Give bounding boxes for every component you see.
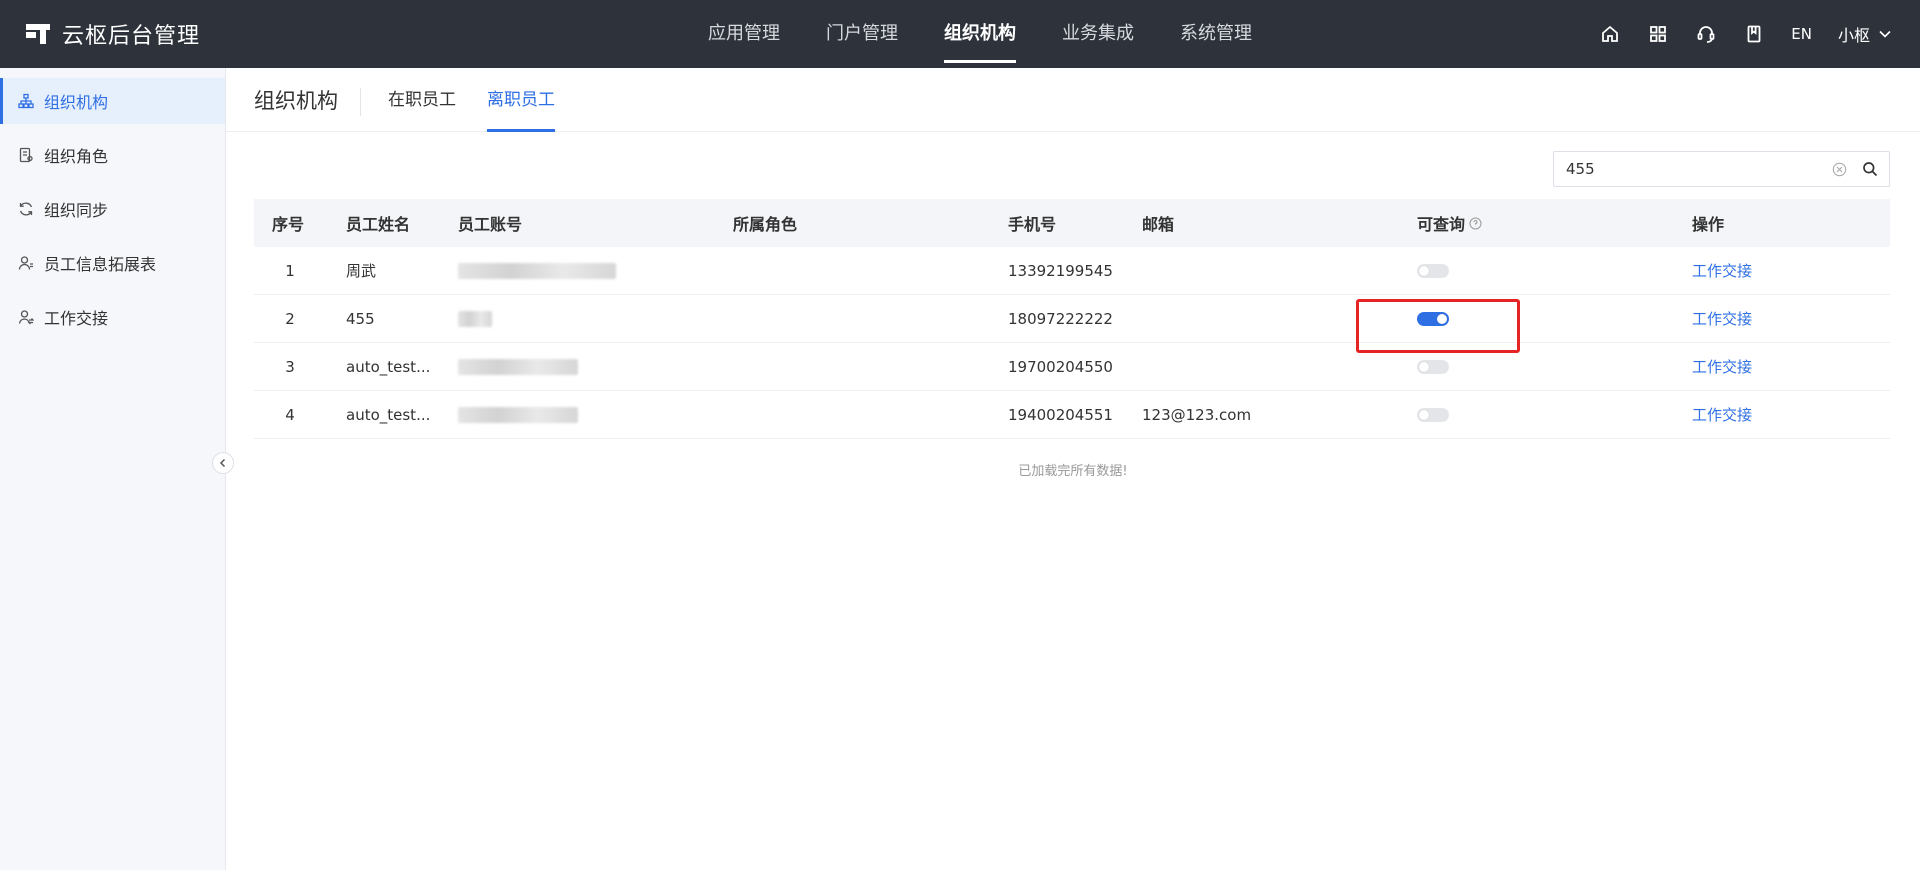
table-row: 1 周武 13392199545 工作交接 (254, 247, 1890, 295)
header-role: 所属角色 (733, 215, 798, 234)
chevron-down-icon (1879, 30, 1891, 38)
queryable-toggle[interactable] (1417, 263, 1449, 278)
cell-phone: 19400204551 (1008, 405, 1113, 424)
queryable-toggle[interactable] (1417, 407, 1449, 422)
sidebar-item-label: 组织机构 (44, 93, 109, 112)
sync-icon (19, 202, 33, 216)
topnav-portal-management[interactable]: 门户管理 (826, 0, 898, 68)
sidebar-item-label: 工作交接 (44, 309, 109, 328)
header-operation: 操作 (1692, 215, 1725, 234)
sidebar-item-label: 组织角色 (44, 147, 109, 166)
cell-index: 1 (285, 261, 295, 280)
header-account: 员工账号 (458, 215, 523, 234)
sidebar: 组织机构 组织角色 组织同步 员工信息拓展表 工作交接 (0, 68, 226, 870)
header-phone: 手机号 (1008, 215, 1057, 234)
topnav-organization[interactable]: 组织机构 (944, 0, 1016, 68)
table-row: 4 auto_test... 19400204551 123@123.com 工… (254, 391, 1890, 439)
work-handover-link[interactable]: 工作交接 (1692, 356, 1890, 377)
blurred-account (458, 311, 492, 327)
sidebar-item-org-sync[interactable]: 组织同步 (0, 186, 225, 232)
headset-support-icon[interactable] (1695, 23, 1717, 45)
table-header: 序号 员工姓名 员工账号 所属角色 手机号 邮箱 可查询 操作 (254, 199, 1890, 247)
cell-name: auto_test... (346, 357, 431, 376)
page-title: 组织机构 (254, 89, 338, 113)
cell-account (458, 406, 733, 424)
top-header: 云枢后台管理 应用管理 门户管理 组织机构 业务集成 系统管理 EN 小枢 (0, 0, 1920, 68)
header-email: 邮箱 (1142, 215, 1175, 234)
topnav-app-management[interactable]: 应用管理 (708, 0, 780, 68)
handover-icon (18, 310, 34, 325)
blurred-account (458, 263, 616, 279)
cell-queryable (1417, 311, 1692, 326)
user-menu[interactable]: 小枢 (1838, 22, 1892, 46)
clear-icon[interactable] (1832, 162, 1847, 177)
cell-name: 周武 (346, 262, 377, 280)
queryable-toggle[interactable] (1417, 311, 1449, 326)
queryable-toggle[interactable] (1417, 359, 1449, 374)
cell-phone: 19700204550 (1008, 357, 1113, 376)
blurred-account (458, 407, 578, 423)
tab-resigned-employees[interactable]: 离职员工 (487, 68, 555, 132)
help-icon[interactable] (1469, 217, 1482, 230)
document-icon[interactable] (1743, 23, 1765, 45)
search-input[interactable] (1566, 158, 1826, 180)
cell-phone: 13392199545 (1008, 261, 1113, 280)
language-switch[interactable]: EN (1791, 25, 1812, 43)
tab-active-employees[interactable]: 在职员工 (388, 68, 456, 132)
yunshu-logo-icon (26, 22, 50, 46)
cell-queryable (1417, 359, 1692, 374)
app-title: 云枢后台管理 (62, 24, 201, 49)
all-data-loaded-text: 已加载完所有数据! (1018, 464, 1128, 479)
cell-account (458, 262, 733, 280)
search-box (1553, 151, 1890, 187)
title-divider (360, 88, 361, 116)
table-row: 3 auto_test... 19700204550 工作交接 (254, 343, 1890, 391)
resigned-employee-table: 序号 员工姓名 员工账号 所属角色 手机号 邮箱 可查询 操作 1 周武 133… (254, 199, 1890, 439)
cell-account (458, 358, 733, 376)
topnav-system-management[interactable]: 系统管理 (1180, 0, 1252, 68)
main-content: 组织机构 在职员工 离职员工 序号 员工姓名 员工账号 所属角色 手机号 邮箱 … (226, 68, 1920, 870)
apps-grid-icon[interactable] (1647, 23, 1669, 45)
sidebar-item-work-handover[interactable]: 工作交接 (0, 294, 225, 340)
sidebar-item-org-role[interactable]: 组织角色 (0, 132, 225, 178)
work-handover-link[interactable]: 工作交接 (1692, 404, 1890, 425)
sidebar-item-label: 组织同步 (44, 201, 109, 220)
work-handover-link[interactable]: 工作交接 (1692, 308, 1890, 329)
cell-index: 3 (285, 357, 295, 376)
cell-queryable (1417, 263, 1692, 278)
header-index: 序号 (272, 215, 305, 234)
cell-name: 455 (346, 309, 375, 328)
cell-email: 123@123.com (1142, 405, 1252, 424)
home-icon[interactable] (1599, 23, 1621, 45)
cell-queryable (1417, 407, 1692, 422)
brand[interactable]: 云枢后台管理 (26, 0, 200, 68)
sub-header: 组织机构 在职员工 离职员工 (226, 68, 1920, 132)
org-chart-icon (18, 93, 34, 109)
work-handover-link[interactable]: 工作交接 (1692, 260, 1890, 281)
cell-phone: 18097222222 (1008, 309, 1113, 328)
user-name: 小枢 (1837, 26, 1870, 45)
sidebar-item-label: 员工信息拓展表 (44, 255, 157, 274)
cell-name: auto_test... (346, 405, 431, 424)
blurred-account (458, 359, 578, 375)
search-icon[interactable] (1862, 161, 1878, 177)
cell-index: 4 (285, 405, 295, 424)
role-doc-icon (19, 147, 33, 163)
sidebar-collapse-button[interactable] (212, 452, 234, 474)
cell-index: 2 (285, 309, 295, 328)
sidebar-item-employee-info-ext[interactable]: 员工信息拓展表 (0, 240, 225, 286)
sidebar-item-organization[interactable]: 组织机构 (0, 78, 225, 124)
header-queryable: 可查询 (1417, 211, 1692, 235)
chevron-left-icon (219, 458, 226, 468)
cell-account (458, 310, 733, 328)
header-name: 员工姓名 (346, 215, 411, 234)
header-actions: EN 小枢 (1599, 0, 1892, 68)
table-row: 2 455 18097222222 工作交接 (254, 295, 1890, 343)
user-info-icon (18, 256, 33, 270)
header-queryable-label: 可查询 (1417, 215, 1466, 234)
topnav-business-integration[interactable]: 业务集成 (1062, 0, 1134, 68)
